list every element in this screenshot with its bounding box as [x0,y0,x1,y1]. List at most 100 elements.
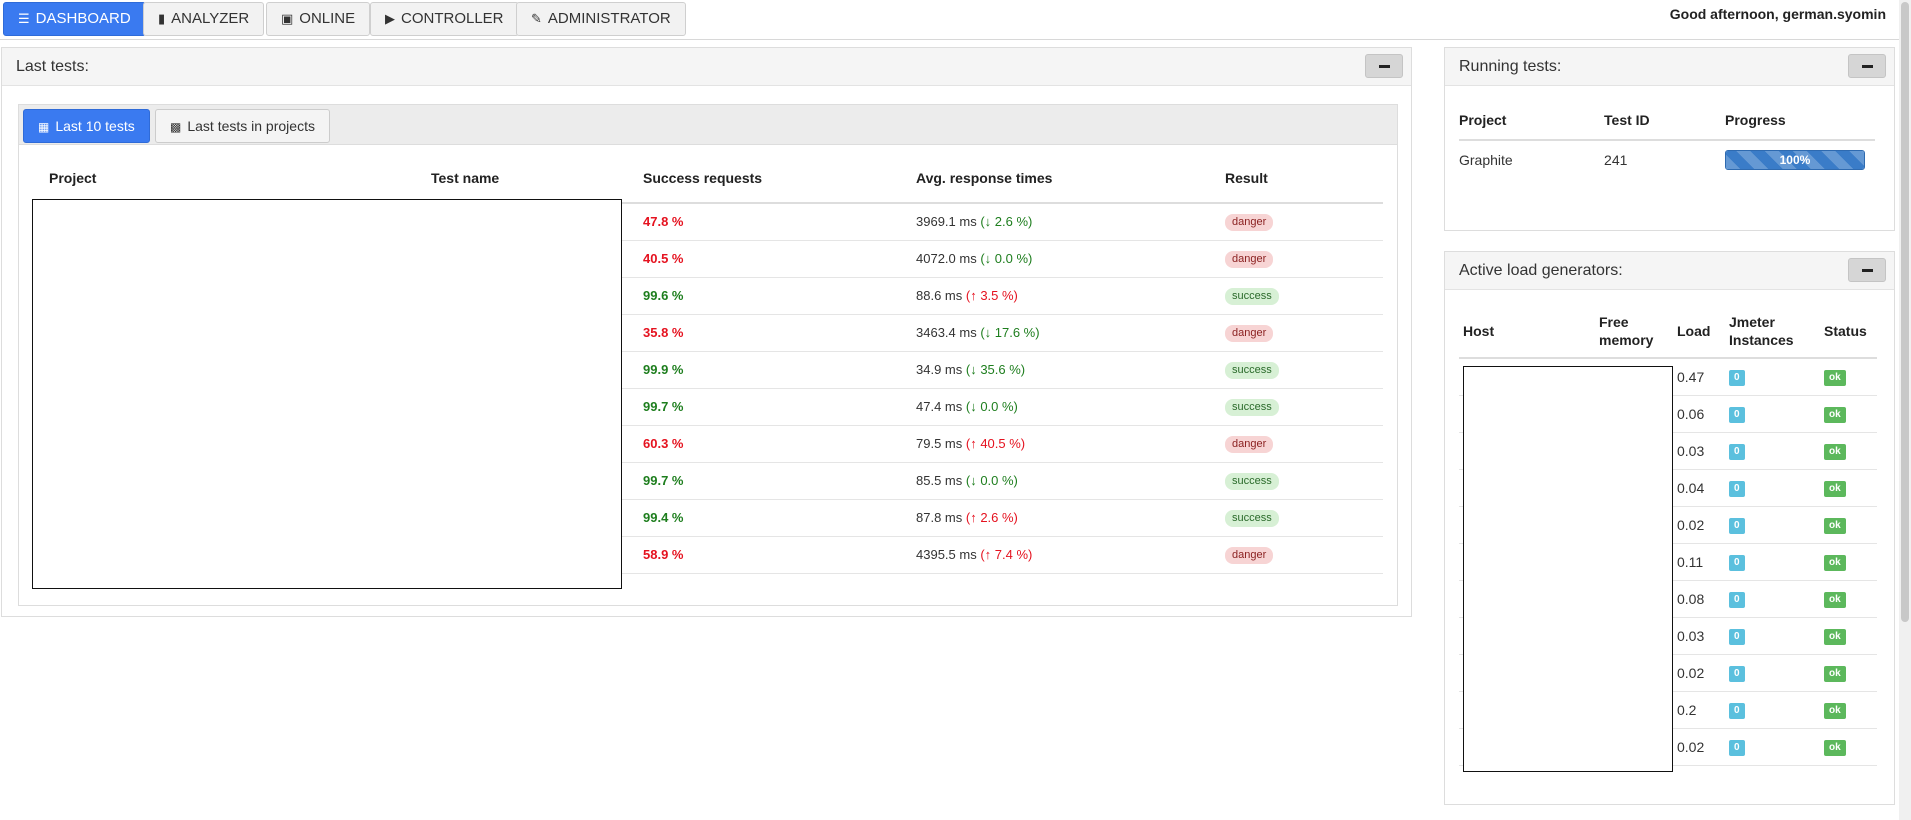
result-cell: danger [1209,240,1383,278]
nav-tab-dashboard[interactable]: ☰ DASHBOARD [3,2,146,36]
success-requests-cell: 47.8 % [627,203,900,241]
status-badge: ok [1824,481,1846,497]
response-time-cell: 79.5 ms (↑ 40.5 %) [900,425,1209,463]
column-header[interactable]: Host [1459,304,1595,359]
response-time-value: 88.6 ms [916,288,963,303]
column-header: Test ID [1604,100,1725,141]
table-row[interactable]: Graphite 241 100% [1459,140,1875,178]
jmeter-instances-cell: 0 [1725,580,1820,618]
result-badge: success [1225,361,1279,379]
response-time-delta: (↑ 2.6 %) [965,510,1018,525]
minus-icon [1862,269,1873,272]
success-requests-cell: 58.9 % [627,536,900,574]
result-badge: danger [1225,546,1274,564]
jmeter-instances-cell: 0 [1725,395,1820,433]
jmeter-instances-cell: 0 [1725,506,1820,544]
list-icon: ☰ [18,11,30,26]
redacted-area [1463,366,1673,772]
response-time-delta: (↑ 7.4 %) [980,547,1033,562]
instances-badge: 0 [1729,629,1745,645]
success-percent: 99.4 % [643,510,684,525]
response-time-delta: (↓ 35.6 %) [965,362,1026,377]
vertical-scrollbar[interactable] [1899,0,1911,820]
nav-tab-controller[interactable]: ▶ CONTROLLER [370,2,519,36]
tests-tab-container: ▦ Last 10 tests ▩ Last tests in projects P… [18,104,1398,606]
status-cell: ok [1820,691,1877,729]
instances-badge: 0 [1729,666,1745,682]
status-cell: ok [1820,580,1877,618]
running-tests-panel: Running tests: Project Test ID Progress … [1444,47,1895,231]
response-time-delta: (↓ 0.0 %) [965,399,1018,414]
wrench-icon: ✎ [531,11,542,26]
response-time-delta: (↓ 0.0 %) [980,251,1033,266]
column-header[interactable]: Free memory [1595,304,1673,359]
jmeter-instances-cell: 0 [1725,432,1820,470]
nav-tab-online[interactable]: ▣ ONLINE [266,2,371,36]
status-badge: ok [1824,666,1846,682]
minus-icon [1379,65,1390,68]
response-time-value: 87.8 ms [916,510,963,525]
result-cell: danger [1209,536,1383,574]
result-badge: danger [1225,324,1274,342]
success-percent: 58.9 % [643,547,684,562]
panel-title: Running tests: [1459,58,1562,75]
status-badge: ok [1824,740,1846,756]
jmeter-instances-cell: 0 [1725,617,1820,655]
instances-badge: 0 [1729,444,1745,460]
success-percent: 40.5 % [643,251,684,266]
status-badge: ok [1824,629,1846,645]
jmeter-instances-cell: 0 [1725,654,1820,692]
response-time-delta: (↑ 3.5 %) [965,288,1018,303]
response-time-value: 85.5 ms [916,473,963,488]
monitor-icon: ▣ [281,11,294,26]
status-badge: ok [1824,703,1846,719]
column-header[interactable]: Jmeter Instances [1725,304,1820,359]
result-badge: success [1225,472,1279,490]
column-header[interactable]: Project [33,153,415,204]
tab-last-tests-in-projects[interactable]: ▩ Last tests in projects [155,109,330,143]
response-time-delta: (↓ 0.0 %) [965,473,1018,488]
result-cell: success [1209,499,1383,537]
bar-chart-icon: ▮ [158,11,166,26]
grid-icon: ▦ [38,120,50,134]
response-time-cell: 4395.5 ms (↑ 7.4 %) [900,536,1209,574]
response-time-delta: (↓ 2.6 %) [980,214,1033,230]
result-cell: danger [1209,203,1383,241]
result-badge: success [1225,509,1279,527]
column-header[interactable]: Test name [415,153,627,204]
status-badge: ok [1824,444,1846,460]
column-header[interactable]: Avg. response times [900,153,1209,204]
tab-last-10-tests[interactable]: ▦ Last 10 tests [23,109,150,143]
minimize-button[interactable] [1365,54,1403,78]
success-percent: 99.7 % [643,399,684,414]
minimize-button[interactable] [1848,258,1886,282]
nav-tab-analyzer[interactable]: ▮ ANALYZER [143,2,265,36]
grid-large-icon: ▩ [170,120,182,134]
jmeter-instances-cell: 0 [1725,358,1820,396]
status-cell: ok [1820,728,1877,766]
nav-tab-administrator[interactable]: ✎ ADMINISTRATOR [516,2,686,36]
column-header[interactable]: Status [1820,304,1877,359]
result-badge: success [1225,287,1279,305]
response-time-value: 4395.5 ms [916,547,977,562]
success-percent: 99.7 % [643,473,684,488]
column-header[interactable]: Load [1673,304,1725,359]
jmeter-instances-cell: 0 [1725,469,1820,507]
greeting-text: Good afternoon, german.syomin [1669,6,1886,22]
progress-cell: 100% [1724,140,1875,178]
load-cell: 0.11 [1673,543,1725,581]
load-cell: 0.02 [1673,654,1725,692]
column-header[interactable]: Success requests [627,153,900,204]
response-time-delta: (↑ 40.5 %) [965,436,1026,451]
minimize-button[interactable] [1848,54,1886,78]
instances-badge: 0 [1729,370,1745,387]
tests-tabstrip: ▦ Last 10 tests ▩ Last tests in projects [19,105,1397,145]
column-header[interactable]: Result [1209,153,1383,204]
load-cell: 0.2 [1673,691,1725,729]
success-requests-cell: 99.6 % [627,277,900,315]
panel-title: Active load generators: [1459,262,1623,279]
instances-badge: 0 [1729,555,1745,571]
result-cell: success [1209,462,1383,500]
success-percent: 99.6 % [643,288,684,303]
play-icon: ▶ [385,11,395,26]
